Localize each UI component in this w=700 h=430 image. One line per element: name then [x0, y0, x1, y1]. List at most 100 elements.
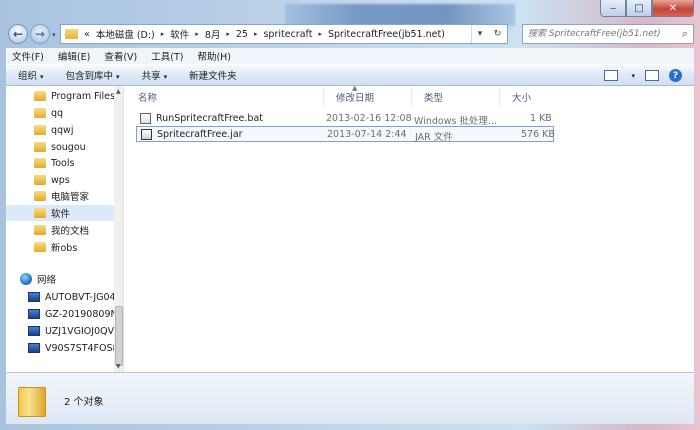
file-row[interactable]: SpritecraftFree.jar 2013-07-14 2:44 JAR … — [136, 126, 555, 143]
sidebar-item-label: 软件 — [51, 209, 71, 220]
sidebar-item-label: qqwj — [51, 124, 74, 136]
sidebar-item-label: V90S7ST4FOS8C — [45, 342, 124, 354]
sidebar-item-sougou[interactable]: sougou — [34, 139, 123, 155]
sidebar-item-software[interactable]: 软件 — [6, 205, 114, 221]
recent-pages-button[interactable]: ▾ — [52, 31, 56, 39]
address-bar[interactable]: « 本地磁盘 (D:) ▸ 软件 ▸ 8月 ▸ 25 ▸ spritecraft… — [60, 24, 508, 44]
explorer-body: Program Files qq qqwj sougou Tools wps 电… — [6, 84, 694, 372]
back-button[interactable]: ← — [8, 24, 28, 44]
breadcrumb-software[interactable]: 软件 — [170, 27, 189, 41]
column-header-type[interactable]: 类型 — [412, 88, 500, 106]
sidebar-item-label: wps — [51, 174, 70, 186]
change-view-icon[interactable] — [604, 70, 619, 81]
sidebar-item-label: AUTOBVT-JG04U — [45, 291, 123, 303]
batch-file-icon — [140, 113, 151, 124]
sidebar-item-network[interactable]: 网络 — [20, 271, 123, 287]
menu-help[interactable]: 帮助(H) — [197, 49, 231, 63]
file-name: SpritecraftFree.jar — [157, 129, 243, 140]
file-row[interactable]: RunSpritecraftFree.bat 2013-02-16 12:08 … — [136, 111, 554, 127]
refresh-icon[interactable]: ↻ — [494, 29, 502, 39]
sidebar-item-computer[interactable]: UZJ1VGIOJ0QVF — [28, 323, 123, 339]
folder-icon — [34, 91, 46, 101]
share-button[interactable]: 共享 ▾ — [142, 68, 168, 82]
computer-icon — [28, 309, 40, 319]
search-box[interactable]: ⌕ — [522, 24, 694, 44]
include-in-library-label: 包含到库中 — [65, 71, 114, 82]
sidebar-item-new-obs[interactable]: 新obs — [34, 239, 123, 255]
menu-edit[interactable]: 编辑(E) — [58, 49, 90, 63]
help-icon[interactable]: ? — [669, 69, 682, 82]
sidebar-item-pc-manager[interactable]: 电脑管家 — [34, 188, 123, 204]
folder-icon — [34, 225, 46, 235]
scroll-up-icon[interactable]: ▲ — [116, 88, 121, 95]
details-pane: 2 个对象 — [6, 372, 694, 424]
sidebar-item-label: sougou — [51, 141, 86, 153]
menu-tools[interactable]: 工具(T) — [151, 49, 183, 63]
chevron-down-icon: ▾ — [40, 73, 44, 81]
address-actions: ▾ ↻ — [471, 25, 507, 43]
include-in-library-button[interactable]: 包含到库中 ▾ — [66, 68, 120, 82]
menu-view[interactable]: 查看(V) — [104, 49, 137, 63]
folder-icon — [34, 242, 46, 252]
chevron-down-icon: ▾ — [116, 73, 120, 81]
sidebar-item-label: qq — [51, 107, 64, 119]
forward-button[interactable]: → — [30, 24, 50, 44]
address-dropdown-icon[interactable]: ▾ — [478, 29, 483, 39]
sidebar-item-label: Program Files — [51, 90, 115, 102]
breadcrumb-august[interactable]: 8月 — [205, 27, 221, 41]
folder-icon — [34, 158, 46, 168]
computer-icon — [28, 292, 40, 302]
breadcrumb-separator-icon[interactable]: ▸ — [161, 30, 165, 38]
maximize-button[interactable]: □ — [626, 0, 652, 17]
minimize-button[interactable]: ‒ — [600, 0, 626, 17]
column-header-name[interactable]: 名称 — [126, 88, 324, 106]
computer-icon — [28, 326, 40, 336]
column-header-modified[interactable]: 修改日期 — [324, 88, 412, 106]
breadcrumb-spritecraft[interactable]: spritecraft — [263, 29, 312, 40]
navigation-bar: ← → ▾ « 本地磁盘 (D:) ▸ 软件 ▸ 8月 ▸ 25 ▸ sprit… — [6, 22, 694, 46]
window-frame: ‒ □ ✕ ← → ▾ « 本地磁盘 (D:) ▸ 软件 ▸ 8月 ▸ 25 ▸… — [0, 0, 700, 430]
search-input[interactable] — [528, 29, 673, 39]
scrollbar-thumb[interactable] — [115, 306, 123, 366]
breadcrumb-separator-icon[interactable]: ▸ — [226, 30, 230, 38]
new-folder-button[interactable]: 新建文件夹 — [189, 68, 237, 82]
breadcrumb-drive[interactable]: 本地磁盘 (D:) — [96, 27, 155, 41]
folder-icon — [34, 175, 46, 185]
breadcrumb-separator-icon[interactable]: ▸ — [254, 30, 258, 38]
menu-bar: 文件(F) 编辑(E) 查看(V) 工具(T) 帮助(H) — [6, 48, 694, 64]
navigation-pane: Program Files qq qqwj sougou Tools wps 电… — [6, 86, 124, 372]
sidebar-item-qq[interactable]: qq — [34, 105, 123, 121]
magnifier-icon[interactable]: ⌕ — [682, 27, 688, 41]
address-overflow-button[interactable]: « — [84, 29, 90, 40]
folder-icon — [34, 208, 46, 218]
folder-icon — [34, 142, 46, 152]
file-list: ▲ 名称 修改日期 类型 大小 RunSpritecraftFree.bat 2… — [126, 84, 694, 372]
breadcrumb-separator-icon[interactable]: ▸ — [318, 30, 322, 38]
breadcrumb-current-folder[interactable]: SpritecraftFree(jb51.net) — [328, 29, 445, 40]
close-button[interactable]: ✕ — [652, 0, 694, 17]
sidebar-item-my-documents[interactable]: 我的文档 — [34, 222, 123, 238]
view-options-chevron-icon[interactable]: ▾ — [631, 72, 635, 80]
sidebar-scrollbar[interactable]: ▲ ▼ — [114, 86, 123, 372]
file-modified: 2013-07-14 2:44 — [327, 129, 407, 140]
sidebar-item-computer[interactable]: AUTOBVT-JG04U — [28, 289, 123, 305]
breadcrumb-25[interactable]: 25 — [236, 29, 248, 40]
file-type: JAR 文件 — [415, 132, 453, 143]
share-label: 共享 — [141, 71, 161, 82]
sidebar-item-wps[interactable]: wps — [34, 172, 123, 188]
sidebar-item-computer[interactable]: V90S7ST4FOS8C — [28, 340, 124, 356]
sidebar-item-computer[interactable]: GZ-20190809NY — [28, 306, 123, 322]
column-header-size[interactable]: 大小 — [500, 88, 560, 106]
file-size: 1 KB — [530, 113, 552, 124]
menu-file[interactable]: 文件(F) — [12, 49, 44, 63]
network-globe-icon — [20, 273, 32, 285]
sidebar-item-qqwj[interactable]: qqwj — [34, 122, 123, 138]
organize-button[interactable]: 组织 ▾ — [18, 68, 44, 82]
preview-pane-icon[interactable] — [645, 70, 659, 81]
breadcrumb-separator-icon[interactable]: ▸ — [195, 30, 199, 38]
folder-icon — [34, 191, 46, 201]
sidebar-item-tools[interactable]: Tools — [34, 155, 123, 171]
scroll-down-icon[interactable]: ▼ — [116, 363, 121, 370]
window-controls: ‒ □ ✕ — [600, 0, 694, 17]
sidebar-item-program-files[interactable]: Program Files — [34, 88, 123, 104]
